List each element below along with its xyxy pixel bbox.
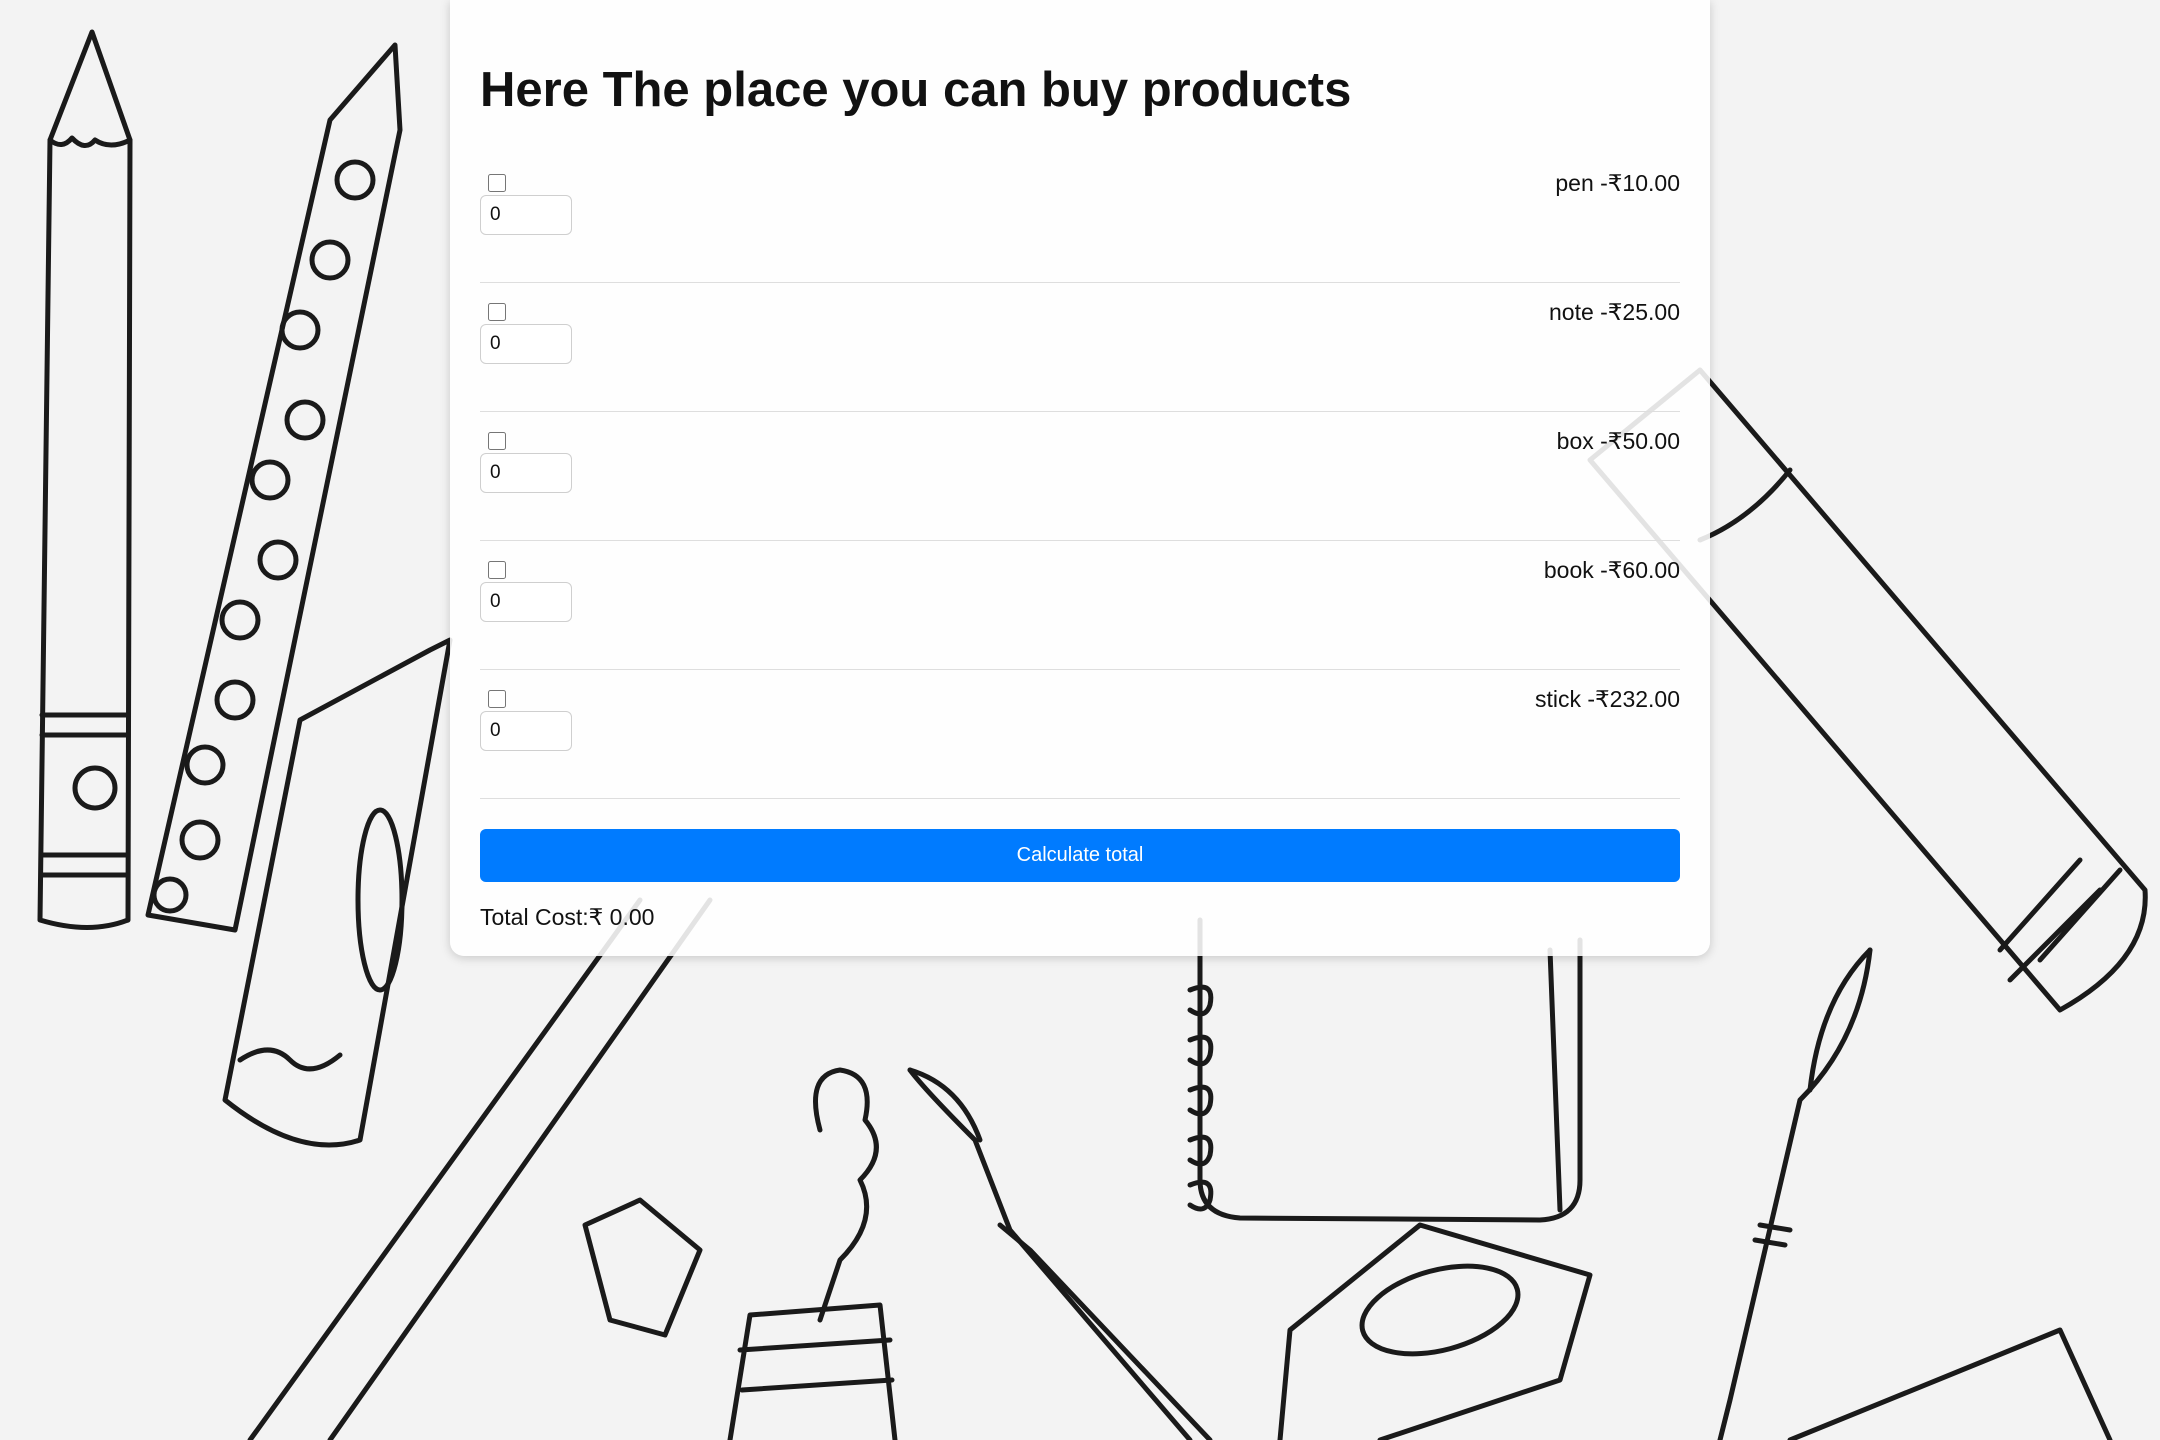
- product-price-label: pen -₹10.00: [1555, 170, 1680, 196]
- product-checkbox-stick[interactable]: [488, 690, 506, 708]
- product-price-label: book -₹60.00: [1543, 557, 1680, 583]
- product-row-pen: pen -₹10.00: [480, 154, 1680, 283]
- marker-icon: [222, 637, 453, 1148]
- quantity-input-stick[interactable]: [480, 711, 572, 751]
- calculate-total-button[interactable]: Calculate total: [480, 829, 1680, 882]
- quantity-input-pen[interactable]: [480, 195, 572, 235]
- product-checkbox-pen[interactable]: [488, 174, 506, 192]
- product-checkbox-box[interactable]: [488, 432, 506, 450]
- quantity-input-box[interactable]: [480, 453, 572, 493]
- product-price-label: stick -₹232.00: [1534, 686, 1680, 712]
- product-price-label: note -₹25.00: [1548, 299, 1680, 325]
- stick-icon: [247, 897, 713, 1440]
- quantity-input-note[interactable]: [480, 324, 572, 364]
- product-checkbox-book[interactable]: [488, 561, 506, 579]
- brush-head-icon: [1787, 1327, 2113, 1440]
- total-cost-label: Total Cost:₹ 0.00: [480, 904, 655, 930]
- product-row-box: box -₹50.00: [480, 412, 1680, 541]
- quantity-input-book[interactable]: [480, 582, 572, 622]
- notebook-icon: [1187, 917, 1583, 1223]
- product-row-stick: stick -₹232.00: [480, 670, 1680, 799]
- pencil-icon: [145, 42, 403, 933]
- paint-tube-icon: [727, 1067, 898, 1440]
- paintbrush-icon: [907, 1067, 1213, 1440]
- product-price-label: box -₹50.00: [1556, 428, 1680, 454]
- product-row-book: book -₹60.00: [480, 541, 1680, 670]
- page-title: Here The place you can buy products: [480, 63, 1352, 117]
- product-row-note: note -₹25.00: [480, 283, 1680, 412]
- sharpener-icon: [1277, 1222, 1593, 1440]
- product-list: pen -₹10.00 note -₹25.00 box -₹50.00 boo…: [480, 154, 1680, 799]
- paintbrush-icon: [1717, 947, 1873, 1440]
- eraser-icon: [582, 1197, 703, 1338]
- pencil-icon: [37, 29, 133, 930]
- product-checkbox-note[interactable]: [488, 303, 506, 321]
- product-card: Here The place you can buy products pen …: [450, 0, 1710, 956]
